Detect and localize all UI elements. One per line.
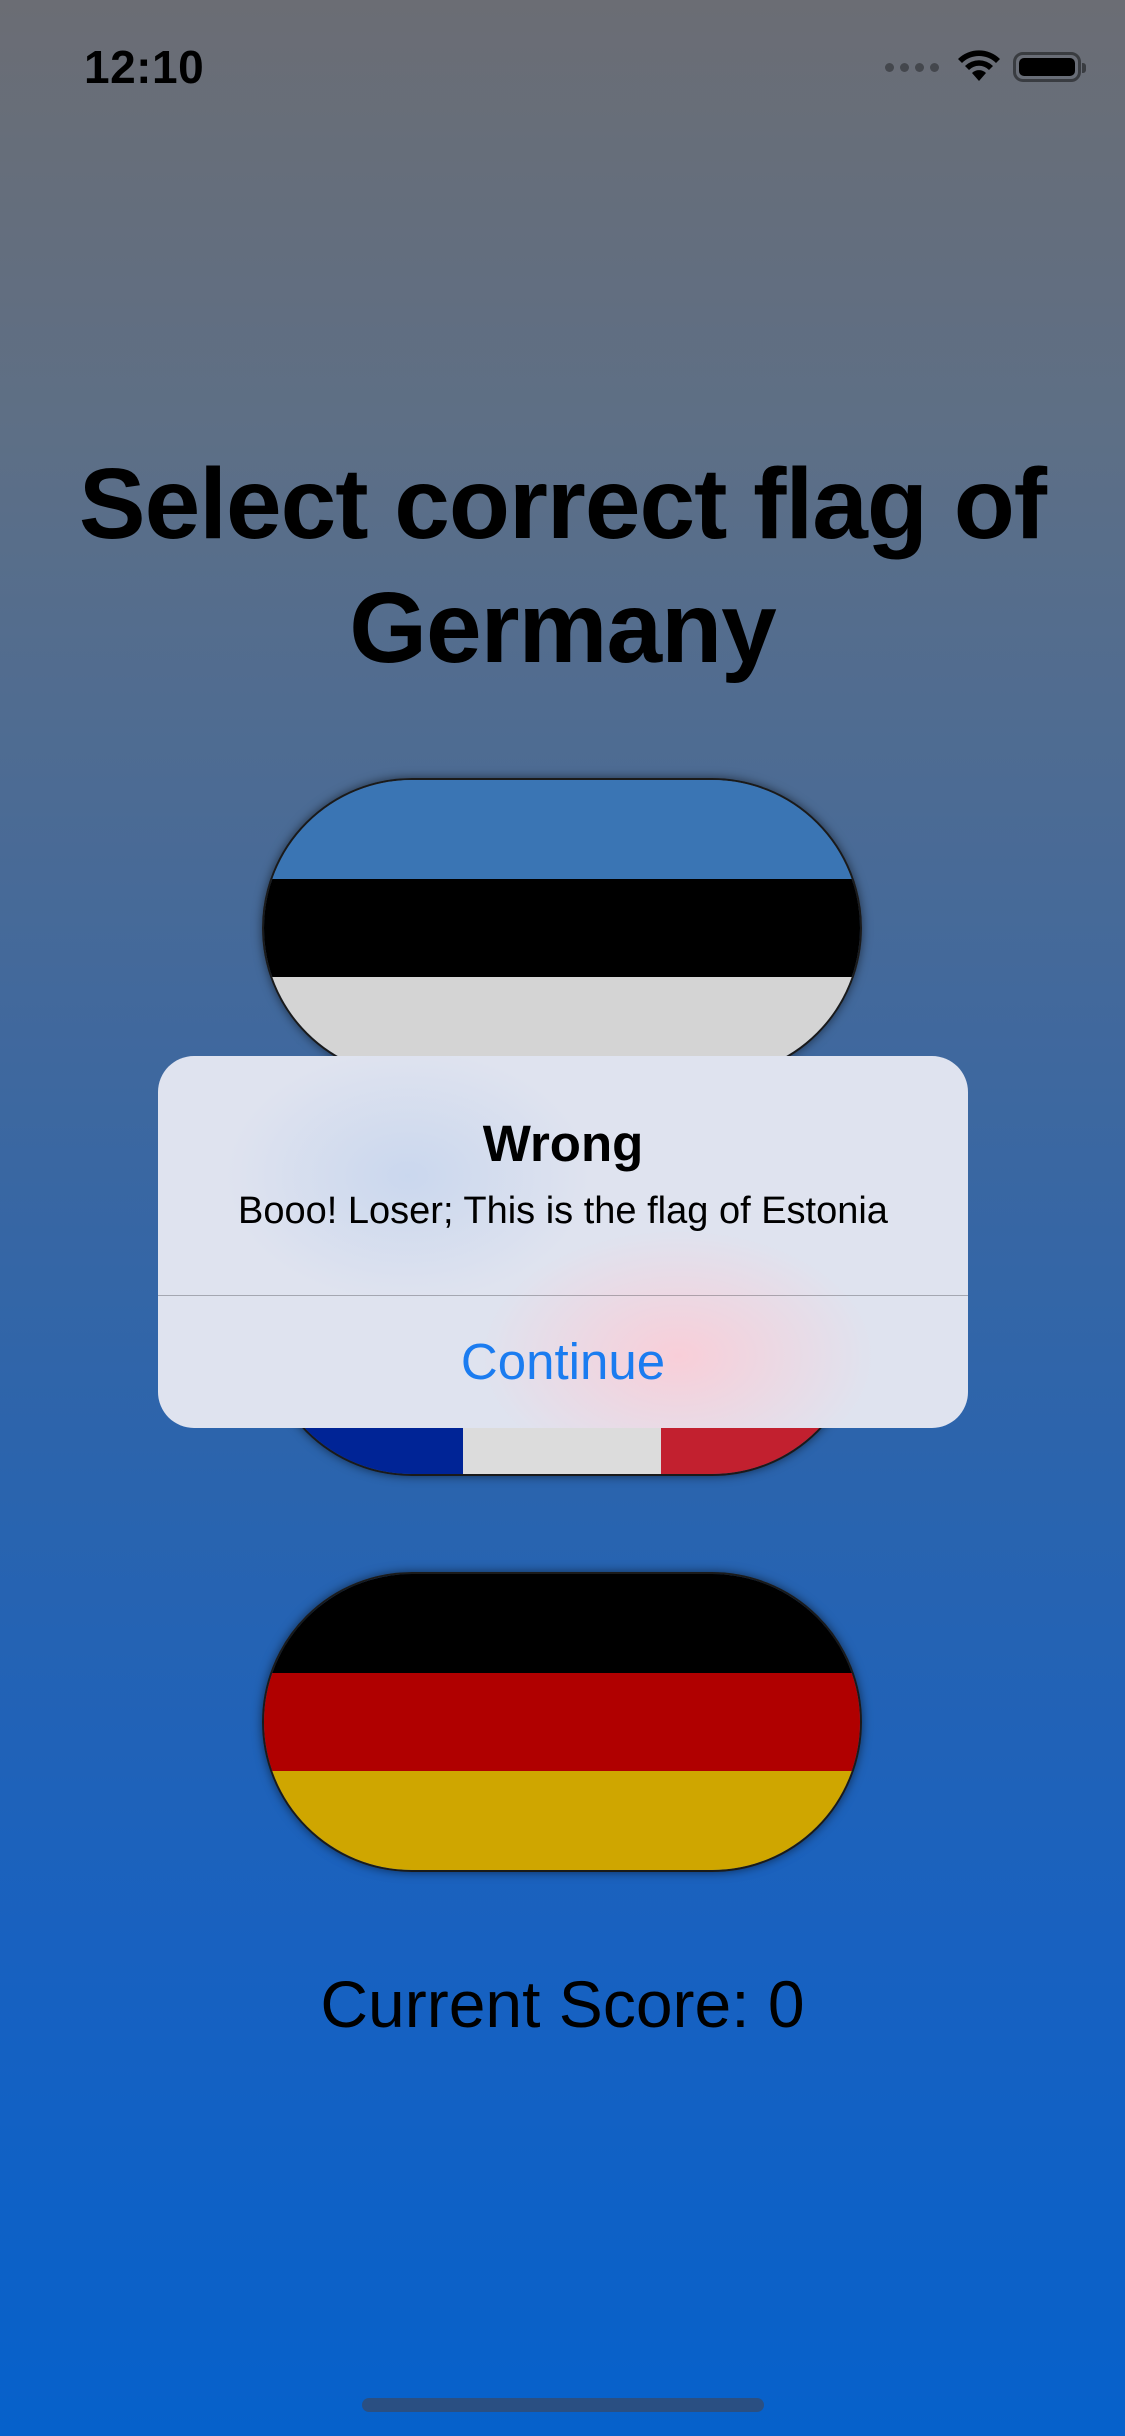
flag-stripe bbox=[264, 878, 860, 978]
battery-icon bbox=[1013, 52, 1086, 82]
home-indicator[interactable] bbox=[362, 2398, 764, 2412]
status-bar-icons bbox=[885, 50, 1086, 84]
flag-stripe bbox=[264, 780, 860, 879]
flag-stripe bbox=[264, 1672, 860, 1772]
continue-button[interactable]: Continue bbox=[158, 1296, 968, 1428]
alert-dialog: Wrong Booo! Loser; This is the flag of E… bbox=[158, 1056, 968, 1428]
flag-stripe bbox=[264, 1574, 860, 1673]
flag-button-estonia[interactable] bbox=[262, 778, 862, 1078]
question-title: Select correct flag of Germany bbox=[78, 448, 1047, 684]
flag-button-germany[interactable] bbox=[262, 1572, 862, 1872]
signal-icon bbox=[885, 62, 939, 72]
alert-message: Booo! Loser; This is the flag of Estonia bbox=[238, 1190, 888, 1232]
alert-title: Wrong bbox=[482, 1115, 644, 1172]
flag-stripe bbox=[264, 1771, 860, 1870]
wifi-icon bbox=[958, 50, 1000, 81]
current-score: Current Score: 0 bbox=[320, 1967, 805, 2041]
status-bar-time: 12:10 bbox=[84, 41, 205, 93]
